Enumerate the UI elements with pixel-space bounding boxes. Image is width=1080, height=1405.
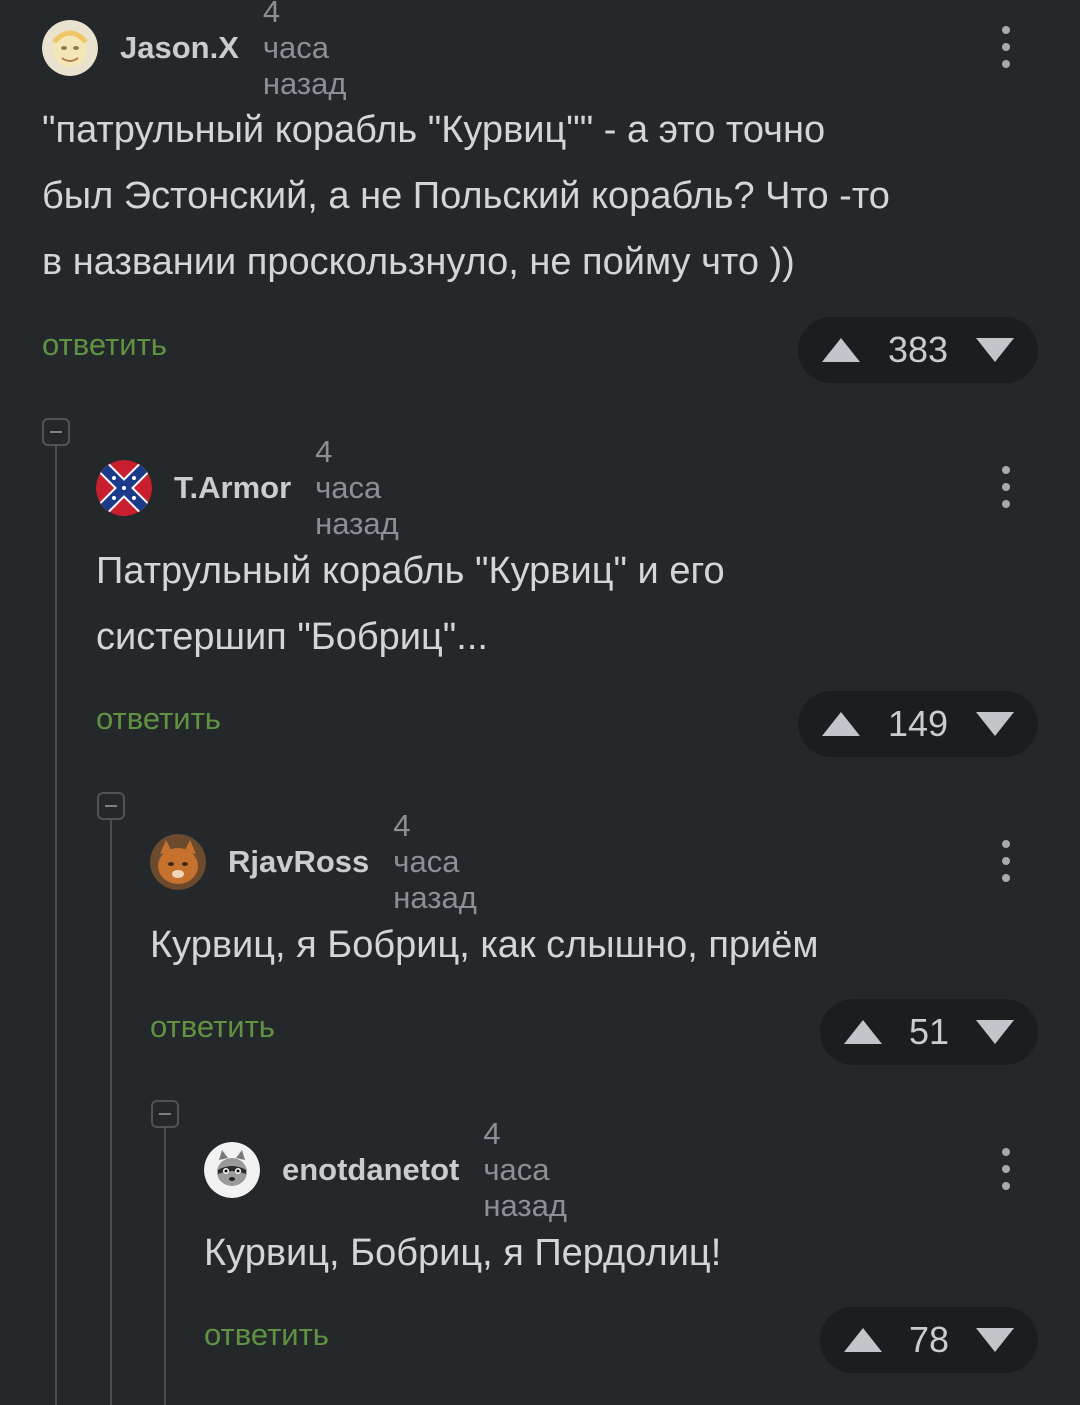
timestamp: 4 часа назад [483,1116,567,1223]
vote-pill: 383 [798,317,1038,383]
thread-line [164,1128,166,1405]
username[interactable]: RjavRoss [228,844,369,880]
reply-link[interactable]: ответить [42,327,167,363]
username[interactable]: T.Armor [174,470,291,506]
thread-line [110,820,112,1405]
vote-count: 78 [908,1319,950,1360]
avatar-flag-icon[interactable] [96,460,152,516]
collapse-thread-button[interactable] [151,1100,179,1128]
comment-text: Курвиц, Бобриц, я Пердолиц! [204,1232,722,1274]
more-menu-icon[interactable] [1000,26,1012,70]
timestamp: 4 часа назад [262,0,347,101]
comment-header: T.Armor 4 часа назад [96,434,399,541]
downvote-icon[interactable] [975,1020,1014,1044]
downvote-icon[interactable] [975,712,1014,736]
reply-link[interactable]: ответить [204,1317,329,1353]
reply-link[interactable]: ответить [150,1009,275,1045]
comment-header: Jason.X 4 часа назад [42,0,346,101]
collapse-thread-button[interactable] [97,792,125,820]
timestamp: 4 часа назад [315,434,399,541]
username[interactable]: enotdanetot [282,1152,459,1188]
vote-count: 383 [887,329,949,370]
vote-count: 51 [908,1011,950,1052]
vote-pill: 51 [820,999,1038,1065]
username[interactable]: Jason.X [120,30,239,66]
comment-text: Патрульный корабль "Курвиц" и его систер… [96,550,725,658]
reply-link[interactable]: ответить [96,701,221,737]
collapse-thread-button[interactable] [42,418,70,446]
more-menu-icon[interactable] [1000,466,1012,510]
upvote-icon[interactable] [822,712,860,736]
upvote-icon[interactable] [844,1020,882,1044]
thread-line [55,446,57,1405]
avatar-cartoon-icon[interactable] [42,20,98,76]
upvote-icon[interactable] [844,1328,882,1352]
downvote-icon[interactable] [975,338,1014,362]
comment-text: Курвиц, я Бобриц, как слышно, приём [150,924,819,966]
vote-pill: 149 [798,691,1038,757]
comment-header: enotdanetot 4 часа назад [204,1116,567,1223]
vote-pill: 78 [820,1307,1038,1373]
comment-text: "патрульный корабль "Курвиц"" - а это то… [42,109,890,283]
more-menu-icon[interactable] [1000,840,1012,884]
downvote-icon[interactable] [975,1328,1014,1352]
avatar-cat-icon[interactable] [150,834,206,890]
vote-count: 149 [887,703,949,744]
avatar-raccoon-icon[interactable] [204,1142,260,1198]
more-menu-icon[interactable] [1000,1148,1012,1192]
upvote-icon[interactable] [822,338,860,362]
comment-header: RjavRoss 4 часа назад [150,808,477,915]
timestamp: 4 часа назад [393,808,477,915]
